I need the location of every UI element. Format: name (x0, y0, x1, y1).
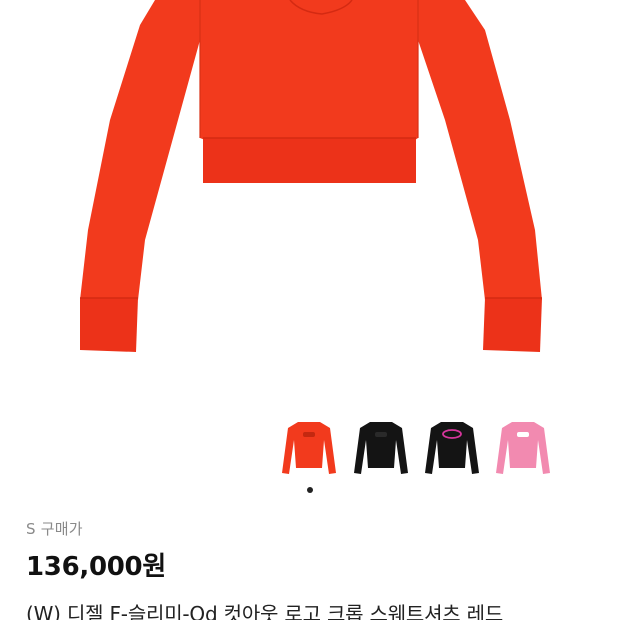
product-detail-page: S 구매가 136,000원 (W) 디젤 F-슬리미-Od 컷아웃 로고 크롭… (0, 0, 620, 620)
sweatshirt-thumbnail-icon (425, 422, 479, 474)
selected-thumbnail-indicator (307, 487, 313, 493)
thumbnail-red[interactable] (280, 418, 338, 480)
sweatshirt-thumbnail-icon (354, 422, 408, 474)
thumbnail-strip (280, 418, 620, 488)
product-title: (W) 디젤 F-슬리미-Od 컷아웃 로고 크롭 스웨트셔츠 레드 (26, 602, 504, 620)
product-main-image[interactable] (0, 0, 620, 410)
sweatshirt-image (80, 0, 542, 352)
thumbnail-black[interactable] (352, 418, 410, 480)
thumbnail-pink[interactable] (494, 418, 552, 480)
thumbnail-black-pink-logo[interactable] (423, 418, 481, 480)
size-price-label: S 구매가 (26, 520, 83, 538)
product-price: 136,000원 (26, 552, 166, 582)
sweatshirt-thumbnail-icon (496, 422, 550, 474)
sweatshirt-thumbnail-icon (282, 422, 336, 474)
